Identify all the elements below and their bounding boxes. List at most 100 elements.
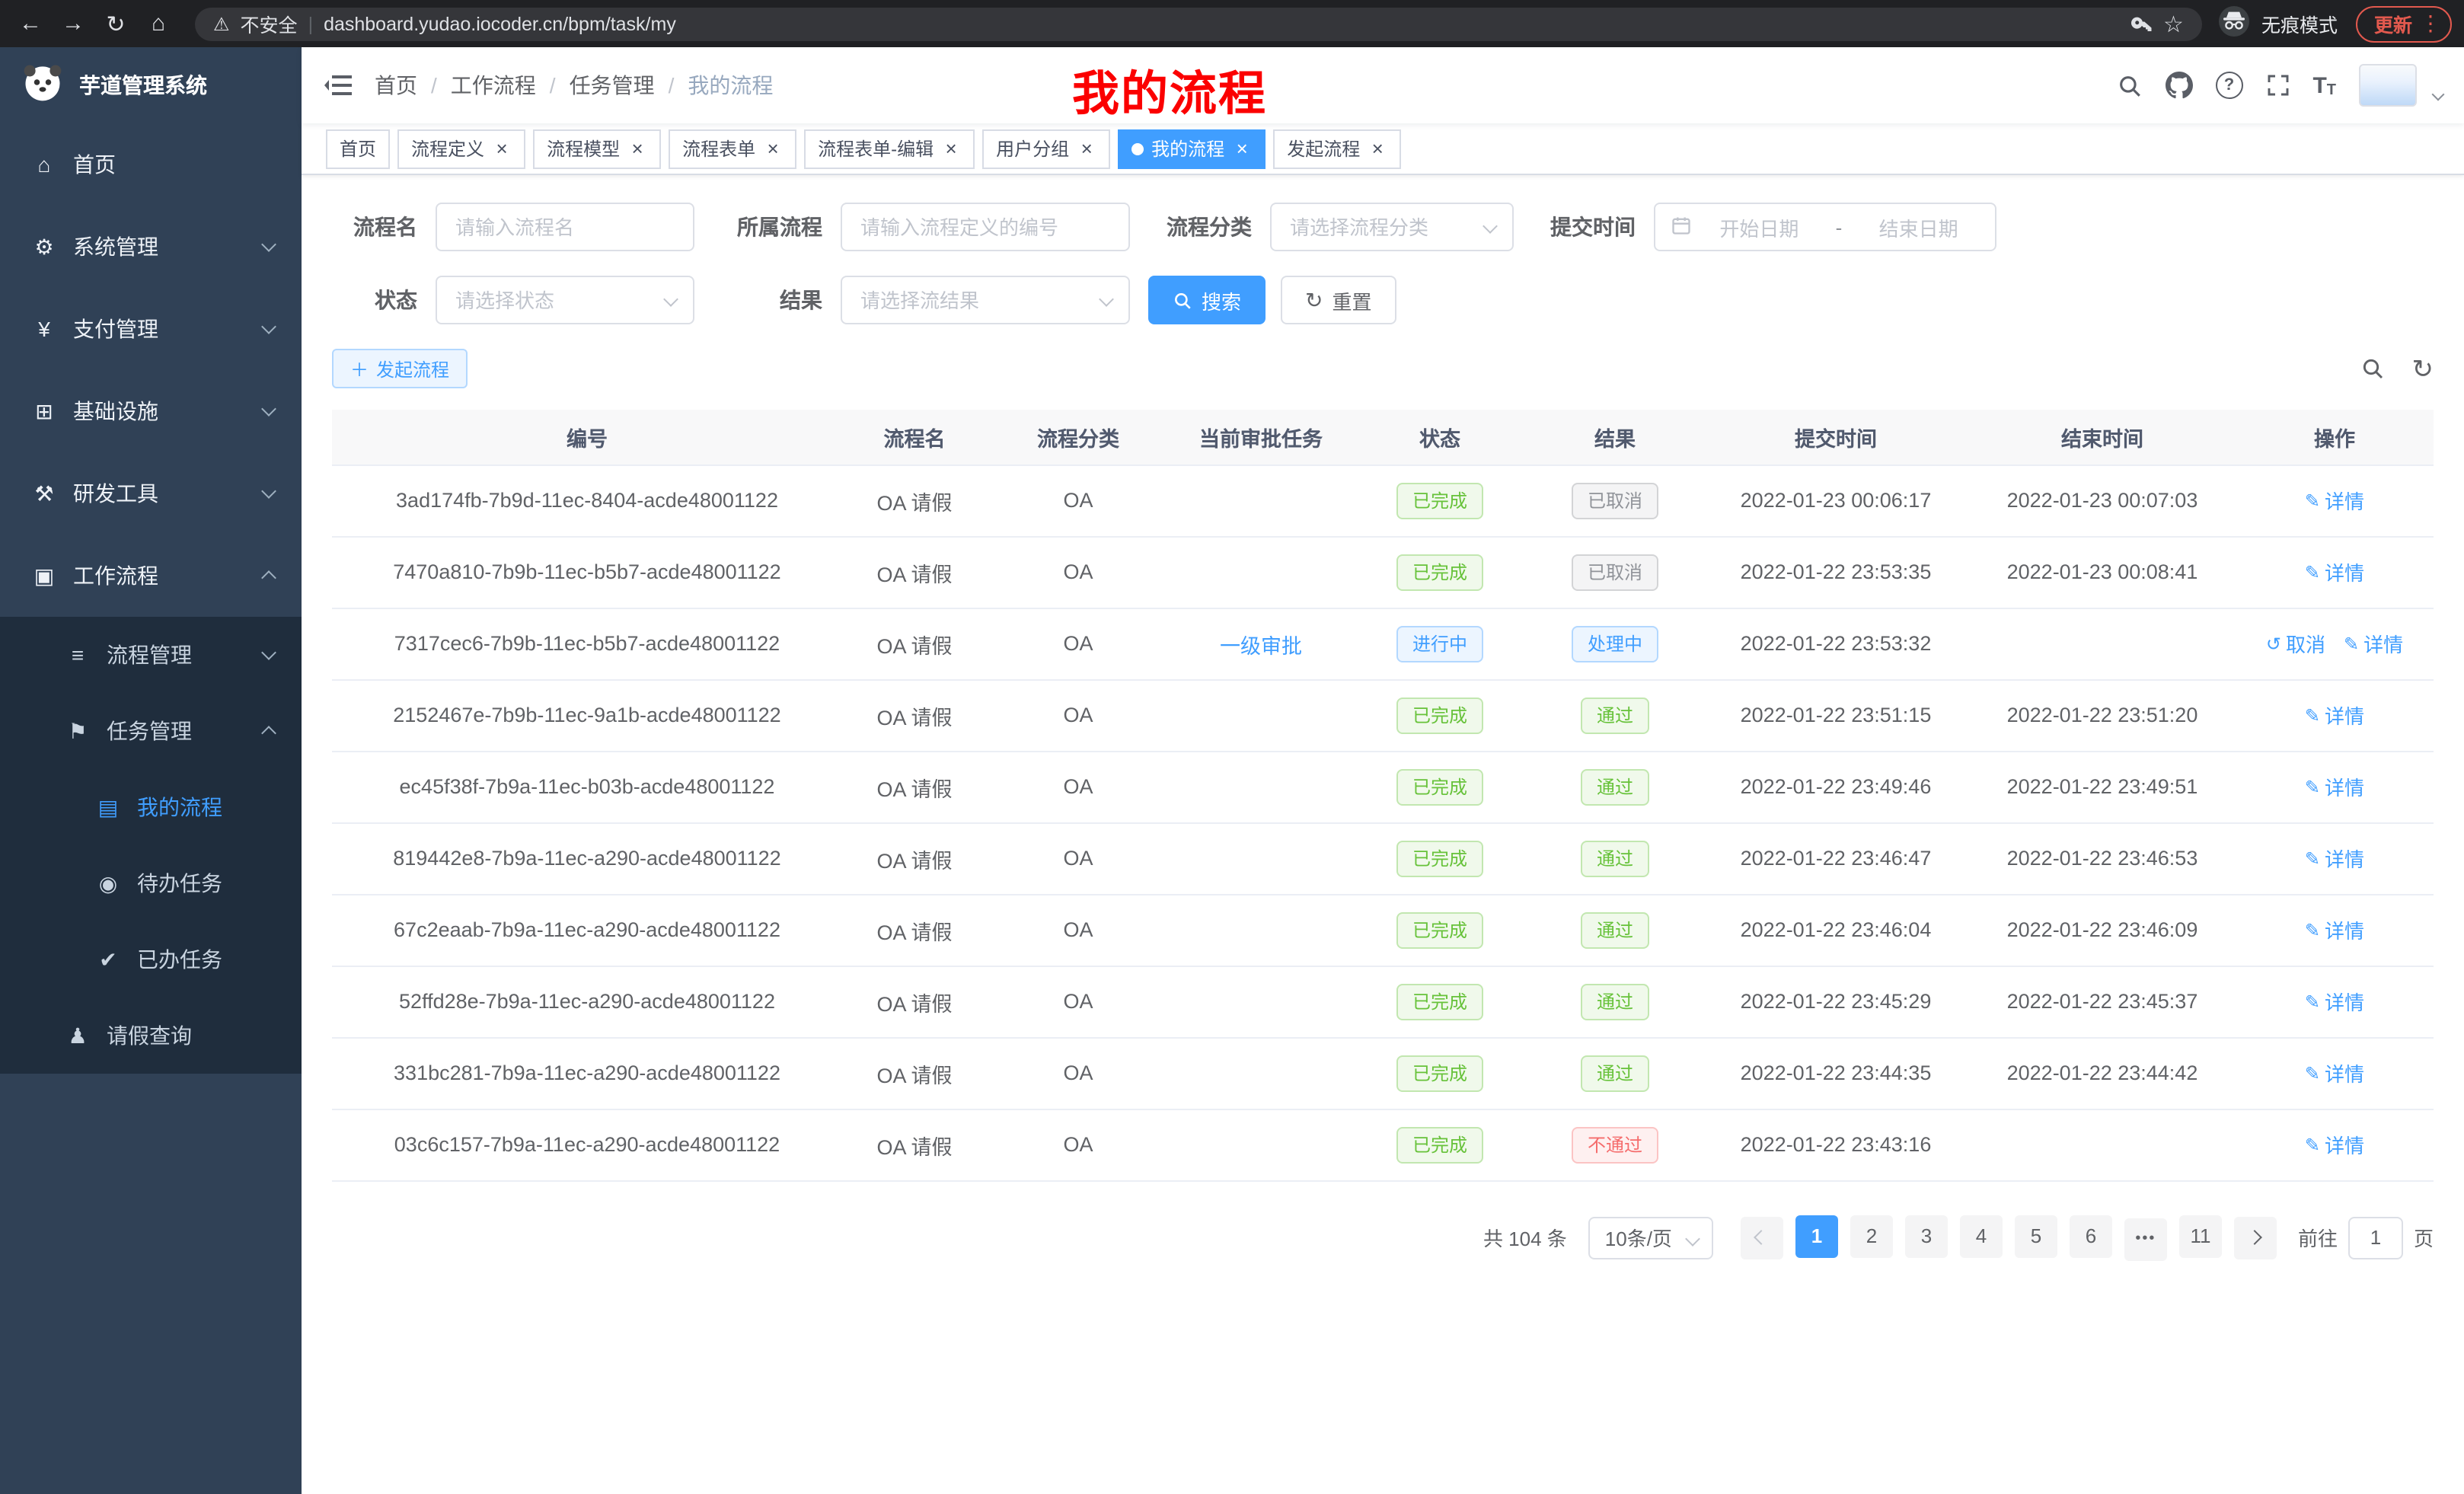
detail-link[interactable]: ✎详情 xyxy=(2305,557,2364,586)
close-icon[interactable]: × xyxy=(1077,139,1096,158)
close-icon[interactable]: × xyxy=(1232,139,1252,158)
password-key-icon[interactable] xyxy=(2130,12,2153,35)
page-button-11[interactable]: 11 xyxy=(2179,1215,2222,1257)
page-button-1[interactable]: 1 xyxy=(1795,1215,1838,1257)
close-icon[interactable]: × xyxy=(492,139,512,158)
sidebar-item-home[interactable]: ⌂首页 xyxy=(0,123,302,206)
close-icon[interactable]: × xyxy=(941,139,961,158)
tab-start-process[interactable]: 发起流程× xyxy=(1273,129,1401,168)
detail-link[interactable]: ✎详情 xyxy=(2305,1058,2364,1087)
category-select[interactable] xyxy=(1270,203,1514,251)
result-tag: 已取消 xyxy=(1572,554,1658,590)
tab-my-process[interactable]: 我的流程× xyxy=(1118,129,1266,168)
cell-current-task xyxy=(1170,822,1352,894)
avatar[interactable] xyxy=(2359,64,2417,107)
cancel-link[interactable]: ↺取消 xyxy=(2266,629,2325,658)
address-bar[interactable]: ⚠ 不安全 | dashboard.yudao.iocoder.cn/bpm/t… xyxy=(195,7,2202,40)
next-page-button[interactable] xyxy=(2234,1216,2277,1259)
parent-process-input[interactable] xyxy=(841,203,1130,251)
sidebar-item-done-tasks[interactable]: ✔已办任务 xyxy=(0,921,302,998)
sidebar-item-leave-query[interactable]: ♟请假查询 xyxy=(0,998,302,1074)
hamburger-icon[interactable] xyxy=(302,73,375,97)
result-select[interactable] xyxy=(841,276,1130,324)
prev-page-button[interactable] xyxy=(1741,1216,1783,1259)
browser-home-icon[interactable]: ⌂ xyxy=(137,11,180,37)
sidebar-item-payment-mgmt[interactable]: ¥支付管理 xyxy=(0,288,302,370)
process-name-input[interactable] xyxy=(436,203,694,251)
sidebar-item-system-mgmt[interactable]: ⚙系统管理 xyxy=(0,206,302,288)
forward-icon[interactable]: → xyxy=(52,11,94,37)
reset-button[interactable]: ↻ 重置 xyxy=(1281,276,1396,324)
refresh-table-icon[interactable]: ↻ xyxy=(2412,356,2434,381)
page-button-6[interactable]: 6 xyxy=(2070,1215,2112,1257)
tab-process-form-edit[interactable]: 流程表单-编辑× xyxy=(804,129,975,168)
sidebar-item-todo-tasks[interactable]: ◉待办任务 xyxy=(0,845,302,921)
category-field[interactable] xyxy=(1272,204,1512,250)
sidebar-item-task-mgmt[interactable]: ⚑任务管理 xyxy=(0,693,302,769)
logo[interactable]: 芋道管理系统 xyxy=(0,47,302,123)
sidebar-item-process-mgmt[interactable]: ≡流程管理 xyxy=(0,617,302,693)
github-icon[interactable] xyxy=(2165,72,2192,99)
search-button[interactable]: 搜索 xyxy=(1148,276,1266,324)
detail-link[interactable]: ✎详情 xyxy=(2305,915,2364,944)
detail-link[interactable]: ✎详情 xyxy=(2305,701,2364,729)
back-icon[interactable]: ← xyxy=(9,11,52,37)
breadcrumb-home[interactable]: 首页 xyxy=(375,70,417,101)
tab-home[interactable]: 首页 xyxy=(326,129,390,168)
create-process-button[interactable]: ＋ 发起流程 xyxy=(332,349,468,388)
current-task-link[interactable]: 一级审批 xyxy=(1220,634,1302,657)
breadcrumb: 首页 工作流程 任务管理 我的流程 xyxy=(375,70,773,101)
status-field[interactable] xyxy=(437,277,693,323)
tab-process-form[interactable]: 流程表单× xyxy=(669,129,796,168)
tab-process-model[interactable]: 流程模型× xyxy=(533,129,661,168)
fullscreen-icon[interactable] xyxy=(2265,73,2290,97)
sidebar-item-my-process[interactable]: ▤我的流程 xyxy=(0,769,302,845)
sidebar-item-workflow[interactable]: ▣工作流程 xyxy=(0,535,302,617)
result-tag: 通过 xyxy=(1581,768,1649,805)
close-icon[interactable]: × xyxy=(627,139,647,158)
detail-link[interactable]: ✎详情 xyxy=(2305,1130,2364,1159)
page-button-5[interactable]: 5 xyxy=(2015,1215,2057,1257)
table-row: 3ad174fb-7b9d-11ec-8404-acde48001122OA 请… xyxy=(332,464,2434,536)
page-button-2[interactable]: 2 xyxy=(1850,1215,1893,1257)
goto-page-input[interactable] xyxy=(2348,1216,2403,1259)
help-icon[interactable]: ? xyxy=(2215,72,2242,99)
sidebar-item-devtools[interactable]: ⚒研发工具 xyxy=(0,452,302,535)
close-icon[interactable]: × xyxy=(763,139,783,158)
detail-link[interactable]: ✎详情 xyxy=(2305,772,2364,801)
status-select[interactable] xyxy=(436,276,694,324)
browser-menu-icon[interactable]: ⋮ xyxy=(2420,11,2441,37)
cell-actions: ↺取消 ✎详情 xyxy=(2236,608,2434,679)
page-button-3[interactable]: 3 xyxy=(1905,1215,1948,1257)
toggle-search-icon[interactable] xyxy=(2360,356,2385,381)
font-size-icon[interactable]: TT xyxy=(2312,72,2336,98)
page-size-select[interactable]: 10条/页 xyxy=(1588,1216,1713,1259)
process-name-field[interactable] xyxy=(437,204,693,250)
browser-update-button[interactable]: 更新 ⋮ xyxy=(2356,5,2452,42)
bookmark-star-icon[interactable]: ☆ xyxy=(2163,10,2184,37)
sidebar-item-label: 流程管理 xyxy=(107,640,192,670)
sidebar-menu: ⌂首页⚙系统管理¥支付管理⊞基础设施⚒研发工具▣工作流程≡流程管理⚑任务管理▤我… xyxy=(0,123,302,1074)
active-dot xyxy=(1131,142,1144,155)
page-ellipsis[interactable]: ••• xyxy=(2124,1218,2167,1260)
breadcrumb-task-mgmt[interactable]: 任务管理 xyxy=(536,70,655,101)
cell-category: OA xyxy=(987,894,1170,966)
cell-submit-time: 2022-01-22 23:46:47 xyxy=(1703,822,1969,894)
detail-link[interactable]: ✎详情 xyxy=(2344,629,2403,658)
detail-link[interactable]: ✎详情 xyxy=(2305,987,2364,1016)
header-search-icon[interactable] xyxy=(2116,72,2142,98)
submit-time-range-picker[interactable]: 开始日期 - 结束日期 xyxy=(1654,203,1996,251)
parent-process-field[interactable] xyxy=(842,204,1128,250)
result-field[interactable] xyxy=(842,277,1128,323)
tab-user-group[interactable]: 用户分组× xyxy=(982,129,1110,168)
tab-process-definition[interactable]: 流程定义× xyxy=(397,129,525,168)
table-row: 52ffd28e-7b9a-11ec-a290-acde48001122OA 请… xyxy=(332,966,2434,1037)
reload-icon[interactable]: ↻ xyxy=(94,10,137,37)
status-label: 状态 xyxy=(332,285,417,315)
detail-link[interactable]: ✎详情 xyxy=(2305,486,2364,515)
breadcrumb-workflow[interactable]: 工作流程 xyxy=(417,70,536,101)
detail-link[interactable]: ✎详情 xyxy=(2305,844,2364,873)
sidebar-item-infrastructure[interactable]: ⊞基础设施 xyxy=(0,370,302,452)
close-icon[interactable]: × xyxy=(1368,139,1387,158)
page-button-4[interactable]: 4 xyxy=(1960,1215,2003,1257)
